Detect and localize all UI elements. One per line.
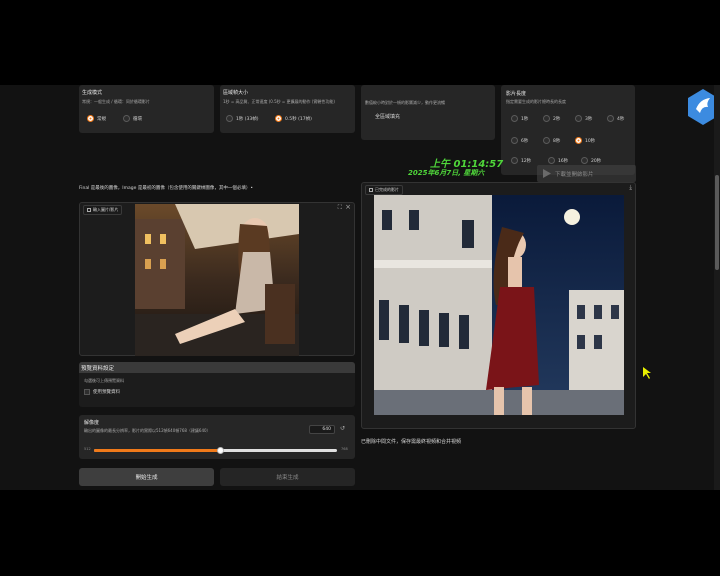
length-option-label: 16秒 [558, 158, 569, 164]
scrollbar-thumb[interactable] [715, 175, 719, 270]
length-option-20[interactable]: 20秒 [581, 157, 601, 164]
history-settings-panel: 預覽資料設定 勾選後可上傳預覽資料 使用預覽資料 [79, 362, 355, 407]
mode-desc: 常規：一般生成 / 循環：同於循環影片 [82, 99, 150, 104]
radio-unselected-icon [575, 115, 582, 122]
history-desc: 勾選後可上傳預覽資料 [84, 378, 124, 383]
length-option-label: 8秒 [553, 138, 561, 144]
mode-option-loop[interactable]: 循環 [123, 115, 142, 122]
radio-unselected-icon [226, 115, 233, 122]
mode-option-normal[interactable]: 常規 [87, 115, 106, 122]
history-checkbox[interactable]: 使用預覽資料 [84, 389, 120, 395]
reset-icon[interactable]: ↺ [340, 425, 345, 432]
radio-unselected-icon [511, 137, 518, 144]
window-size-panel: 區域幀大小 1秒 = 高品質、正常速度 (0.5秒 = 更擴展的動作 (實驗性功… [220, 85, 355, 133]
length-option-label: 6秒 [521, 138, 529, 144]
mode-option-label: 循環 [133, 116, 142, 122]
input-image-panel[interactable]: 輸入圖片/影片 ⛶ × [79, 202, 355, 356]
length-option-10[interactable]: 10秒 [575, 137, 595, 144]
play-icon [543, 169, 551, 178]
length-option-label: 2秒 [553, 116, 561, 122]
length-option-label: 3秒 [585, 116, 593, 122]
section-desc: 數值較小時對於一幀的影響減少，動作更流暢 [365, 100, 445, 105]
radio-unselected-icon [511, 157, 518, 164]
length-option-1[interactable]: 1秒 [511, 115, 528, 122]
final-image-label: Final 是最後的圖像，Image 是最初的圖像（包含使用的關鍵幀圖像，其中一… [79, 186, 253, 191]
mode-panel: 生成模式 常規：一般生成 / 循環：同於循環影片 常規 循環 [79, 85, 214, 133]
window-size-title: 區域幀大小 [223, 90, 249, 96]
video-length-desc: 指定需要生成的影片總時長的長度 [506, 99, 566, 104]
length-option-label: 10秒 [585, 138, 596, 144]
resolution-title: 解像度 [84, 420, 100, 426]
resolution-max: 768 [341, 447, 348, 451]
output-video-panel[interactable]: 已完成的影片 ⤓ [361, 182, 636, 429]
resolution-slider-fill [94, 449, 221, 452]
resolution-panel: 解像度 輸出的圖像的最長分辨率，影片的實際以512幀640幀768（建議640）… [79, 415, 355, 459]
window-option-1s[interactable]: 1秒 (33幀) [226, 115, 259, 122]
radio-selected-icon [87, 115, 94, 122]
length-option-8[interactable]: 8秒 [543, 137, 560, 144]
history-header: 預覽資料設定 [79, 362, 355, 373]
output-video-label: 已完成的影片 [365, 185, 403, 195]
status-text: 已刪除中間文件，保存需最終視頻和合并視頻 [361, 439, 462, 445]
video-length-title: 影片長度 [506, 91, 527, 97]
radio-unselected-icon [543, 137, 550, 144]
resolution-slider-track[interactable] [94, 447, 337, 454]
mode-title: 生成模式 [82, 90, 103, 96]
input-image-label: 輸入圖片/影片 [83, 205, 123, 215]
resolution-desc: 輸出的圖像的最長分辨率，影片的實際以512幀640幀768（建議640） [84, 428, 211, 433]
video-icon [369, 188, 373, 192]
radio-unselected-icon [581, 157, 588, 164]
length-option-label: 20秒 [591, 158, 602, 164]
output-video-frame [374, 195, 624, 415]
length-option-6[interactable]: 6秒 [511, 137, 528, 144]
length-option-label: 4秒 [617, 116, 625, 122]
image-icon [87, 208, 91, 212]
resolution-value: 640 [322, 427, 331, 432]
length-option-12[interactable]: 12秒 [511, 157, 531, 164]
length-option-label: 12秒 [521, 158, 532, 164]
length-option-16[interactable]: 16秒 [548, 157, 568, 164]
radio-selected-icon [275, 115, 282, 122]
radio-unselected-icon [548, 157, 555, 164]
download-overlay-label: 下載並開啟影片 [555, 171, 594, 178]
section-panel: 數值較小時對於一幀的影響減少，動作更流暢 全區域填充 [361, 85, 495, 140]
resolution-min: 512 [84, 447, 91, 451]
resolution-slider-handle[interactable] [216, 447, 224, 454]
radio-selected-icon [575, 137, 582, 144]
clock-date: 2025年6月7日, 星期六 [408, 169, 485, 177]
section-value[interactable]: 全區域填充 [375, 113, 400, 120]
start-button[interactable]: 開始生成 [79, 468, 214, 486]
radio-unselected-icon [543, 115, 550, 122]
length-option-3[interactable]: 3秒 [575, 115, 592, 122]
window-option-label: 1秒 (33幀) [236, 116, 259, 122]
history-checkbox-label: 使用預覽資料 [93, 390, 120, 395]
download-icon[interactable]: ⤓ [629, 184, 632, 192]
mode-option-label: 常規 [97, 116, 106, 122]
download-overlay[interactable]: 下載並開啟影片 [537, 165, 636, 182]
video-length-panel: 影片長度 指定需要生成的影片總時長的長度 1秒 2秒 3秒 4秒 6秒 8秒 1… [501, 85, 635, 175]
input-image-label-text: 輸入圖片/影片 [93, 207, 119, 212]
window-option-05s[interactable]: 0.5秒 (17幀) [275, 115, 312, 122]
length-option-4[interactable]: 4秒 [607, 115, 624, 122]
radio-unselected-icon [511, 115, 518, 122]
app-window: 生成模式 常規：一般生成 / 循環：同於循環影片 常規 循環 區域幀大小 1秒 … [0, 85, 720, 490]
length-option-label: 1秒 [521, 116, 529, 122]
close-icon[interactable]: × [345, 203, 351, 211]
checkbox-icon [84, 389, 90, 395]
output-video-label-text: 已完成的影片 [375, 187, 399, 192]
resolution-number-input[interactable]: 640 [309, 425, 335, 434]
length-option-2[interactable]: 2秒 [543, 115, 560, 122]
mouse-cursor-icon [643, 367, 651, 379]
radio-unselected-icon [123, 115, 130, 122]
stop-button[interactable]: 結束生成 [220, 468, 355, 486]
radio-unselected-icon [607, 115, 614, 122]
history-title: 預覽資料設定 [81, 366, 115, 372]
scrollbar-track[interactable] [714, 85, 720, 490]
window-size-desc: 1秒 = 高品質、正常速度 (0.5秒 = 更擴展的動作 (實驗性功能) [223, 99, 335, 104]
input-photo [135, 204, 299, 356]
window-option-label: 0.5秒 (17幀) [285, 116, 312, 122]
fullscreen-icon[interactable]: ⛶ [338, 204, 342, 212]
